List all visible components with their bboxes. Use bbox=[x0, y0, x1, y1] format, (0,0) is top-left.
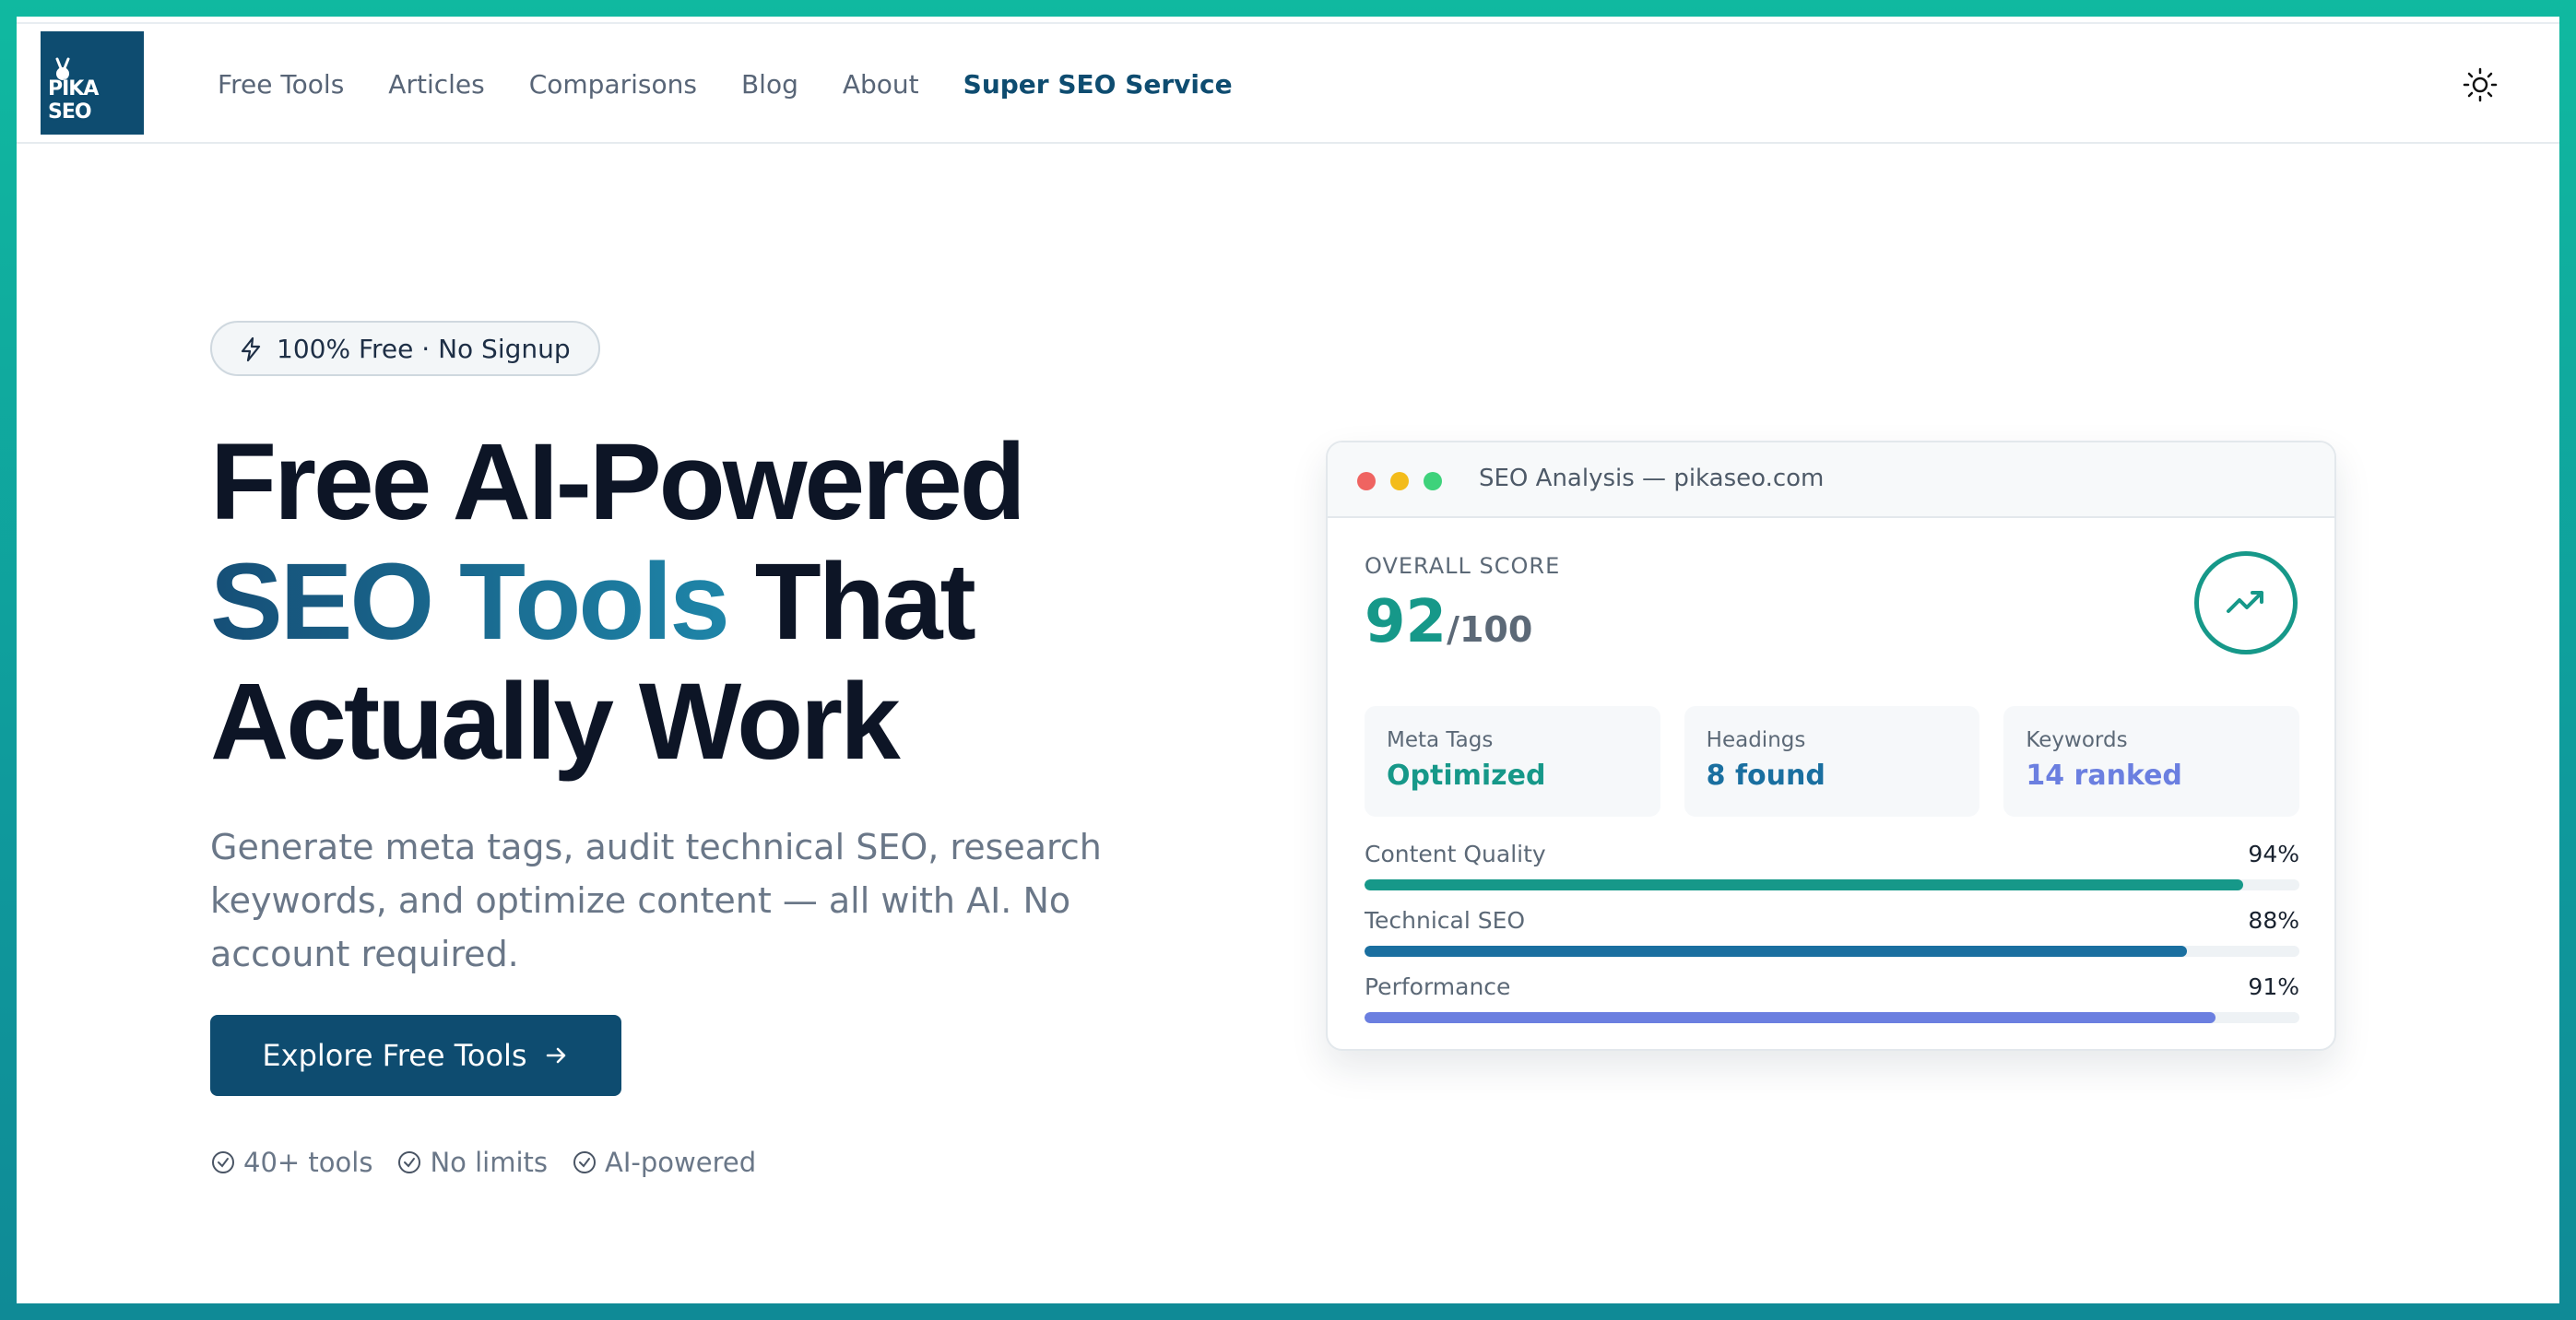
nav-links: Free Tools Articles Comparisons Blog Abo… bbox=[218, 24, 1233, 144]
bar-label: Performance bbox=[1365, 973, 1511, 1000]
score-max: /100 bbox=[1447, 609, 1533, 650]
hero-headline: Free AI-Powered SEO Tools That Actually … bbox=[210, 422, 1317, 782]
bar-row-technical-seo: Technical SEO 88% bbox=[1365, 907, 2299, 973]
headline-line1: Free AI-Powered bbox=[210, 421, 1026, 543]
trending-up-icon bbox=[2227, 591, 2263, 613]
feature-item: 40+ tools bbox=[210, 1147, 372, 1178]
logo-text: PIKA SEO bbox=[48, 77, 99, 124]
feature-label: AI-powered bbox=[605, 1147, 757, 1178]
sun-icon bbox=[2463, 67, 2498, 102]
metric-value: 8 found bbox=[1706, 760, 1826, 792]
page: PIKA SEO Free Tools Articles Comparisons… bbox=[17, 17, 2559, 1303]
trend-badge bbox=[2194, 551, 2298, 654]
navbar: PIKA SEO Free Tools Articles Comparisons… bbox=[17, 24, 2559, 144]
card-title: SEO Analysis — pikaseo.com bbox=[1479, 465, 1825, 492]
arrow-right-icon bbox=[546, 1047, 565, 1064]
lightning-icon bbox=[241, 336, 261, 362]
bar-row-performance: Performance 91% bbox=[1365, 973, 2299, 1040]
window-dot-green bbox=[1424, 472, 1442, 490]
metric-headings: Headings 8 found bbox=[1684, 706, 1980, 817]
bar-percentage: 94% bbox=[2248, 841, 2299, 867]
bar-row-content-quality: Content Quality 94% bbox=[1365, 841, 2299, 907]
card-header: SEO Analysis — pikaseo.com bbox=[1328, 442, 2334, 518]
headline-highlight: SEO Tools bbox=[210, 541, 730, 663]
theme-toggle-button[interactable] bbox=[2462, 66, 2499, 103]
bar-percentage: 91% bbox=[2248, 973, 2299, 1000]
nav-comparisons[interactable]: Comparisons bbox=[529, 69, 697, 100]
bar-label: Technical SEO bbox=[1365, 907, 1526, 934]
nav-free-tools[interactable]: Free Tools bbox=[218, 69, 344, 100]
metric-label: Headings bbox=[1706, 728, 1806, 752]
bar-fill bbox=[1365, 879, 2244, 890]
metric-value: Optimized bbox=[1387, 760, 1546, 792]
logo[interactable]: PIKA SEO bbox=[41, 31, 144, 135]
overall-score: 92 /100 bbox=[1365, 588, 1532, 656]
free-badge: 100% Free · No Signup bbox=[210, 321, 600, 376]
nav-articles[interactable]: Articles bbox=[388, 69, 484, 100]
top-border bbox=[17, 17, 2559, 24]
headline-line3: Actually Work bbox=[210, 661, 901, 783]
feature-label: No limits bbox=[430, 1147, 549, 1178]
bar-label: Content Quality bbox=[1365, 841, 1546, 867]
seo-analysis-card: SEO Analysis — pikaseo.com OVERALL SCORE… bbox=[1326, 441, 2336, 1051]
bar-percentage: 88% bbox=[2248, 907, 2299, 934]
check-circle-icon bbox=[573, 1151, 597, 1173]
bar-track bbox=[1365, 946, 2299, 957]
nav-about[interactable]: About bbox=[843, 69, 919, 100]
nav-blog[interactable]: Blog bbox=[741, 69, 798, 100]
metrics-row: Meta Tags Optimized Headings 8 found Key… bbox=[1365, 706, 2300, 817]
score-label: OVERALL SCORE bbox=[1365, 553, 1561, 579]
metric-label: Keywords bbox=[2026, 728, 2128, 752]
hero-subtext: Generate meta tags, audit technical SEO,… bbox=[210, 827, 1102, 974]
bar-track bbox=[1365, 879, 2299, 890]
metric-keywords: Keywords 14 ranked bbox=[2003, 706, 2300, 817]
feature-list: 40+ tools No limits AI-powered bbox=[210, 1147, 756, 1178]
metric-label: Meta Tags bbox=[1387, 728, 1494, 752]
feature-item: AI-powered bbox=[572, 1147, 756, 1178]
badge-text: 100% Free · No Signup bbox=[277, 333, 571, 364]
check-circle-icon bbox=[212, 1151, 234, 1173]
feature-label: 40+ tools bbox=[243, 1147, 373, 1178]
headline-line2-rest: That bbox=[727, 541, 976, 663]
metric-meta-tags: Meta Tags Optimized bbox=[1365, 706, 1660, 817]
cta-label: Explore Free Tools bbox=[262, 1038, 527, 1073]
feature-item: No limits bbox=[396, 1147, 548, 1178]
nav-super-seo-service[interactable]: Super SEO Service bbox=[963, 69, 1233, 100]
score-value: 92 bbox=[1365, 588, 1448, 656]
explore-free-tools-button[interactable]: Explore Free Tools bbox=[210, 1015, 621, 1096]
window-dot-red bbox=[1357, 472, 1376, 490]
window-dot-yellow bbox=[1390, 472, 1409, 490]
bar-fill bbox=[1365, 946, 2188, 957]
score-bars: Content Quality 94% Technical SEO 88% Pe… bbox=[1365, 841, 2299, 1040]
metric-value: 14 ranked bbox=[2026, 760, 2182, 792]
check-circle-icon bbox=[398, 1151, 421, 1173]
bar-track bbox=[1365, 1012, 2299, 1023]
bar-fill bbox=[1365, 1012, 2216, 1023]
